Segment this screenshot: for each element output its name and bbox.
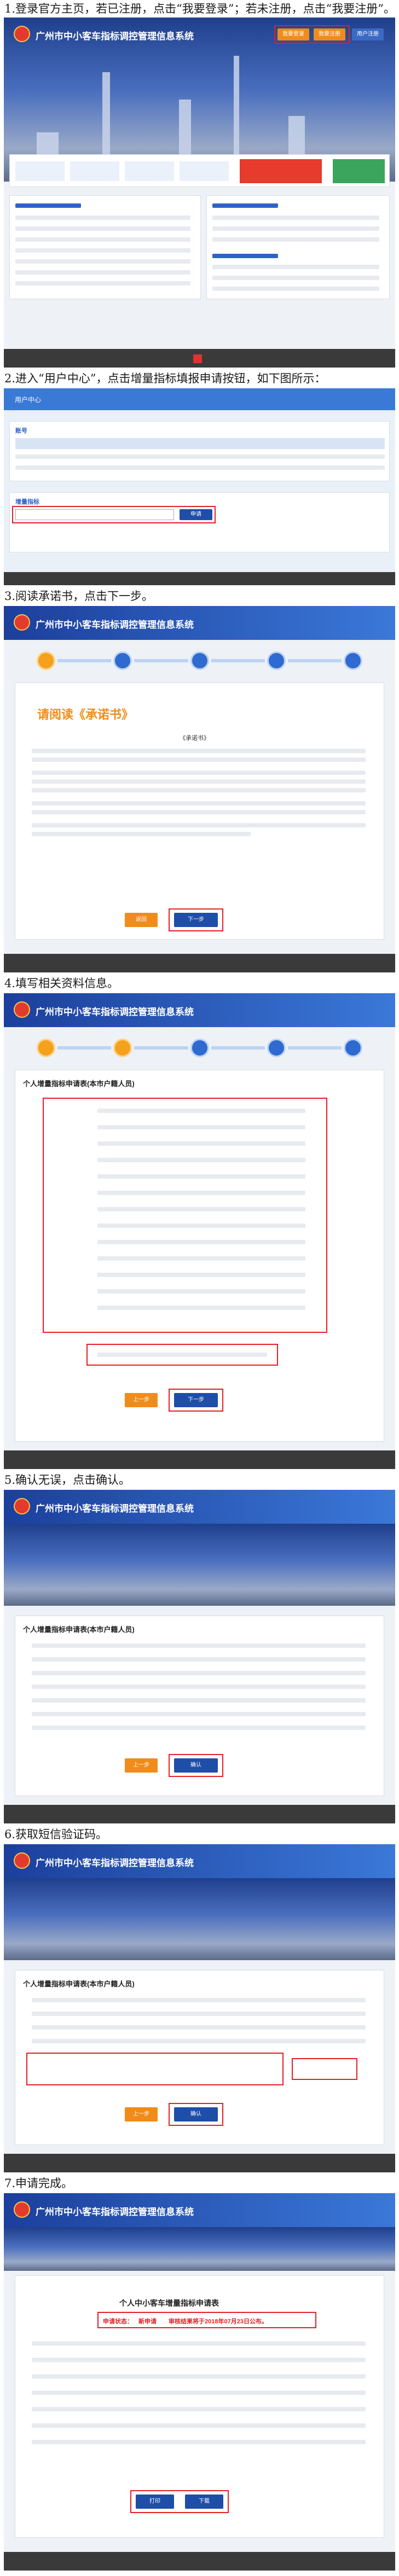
step-circle-icon xyxy=(113,1039,132,1057)
sms-panel: 个人增量指标申请表(本市户籍人员) 上一步 确认 xyxy=(15,1970,384,2145)
footer xyxy=(4,1805,395,1823)
city-emblem-icon xyxy=(14,1001,30,1018)
step-circle-icon xyxy=(190,651,209,670)
next-highlight xyxy=(169,1389,223,1412)
sms-code-highlight xyxy=(292,2058,357,2080)
step-circle-icon xyxy=(113,651,132,670)
header: 广州市中小客车指标调控管理信息系统 xyxy=(4,1844,395,1878)
user-register-link[interactable]: 用户注册 xyxy=(352,28,384,40)
step-circle-icon xyxy=(344,651,362,670)
promise-heading: 《承诺书》 xyxy=(180,735,210,742)
header: 广州市中小客车指标调控管理信息系统 xyxy=(4,993,395,1027)
uc-header: 用户中心 xyxy=(4,388,395,410)
site-title: 广州市中小客车指标调控管理信息系统 xyxy=(36,1503,194,1514)
header: 广州市中小客车指标调控管理信息系统 xyxy=(4,1490,395,1524)
account-section-title: 账号 xyxy=(15,428,27,434)
site-title: 广州市中小客车指标调控管理信息系统 xyxy=(36,620,194,630)
header: 广州市中小客车指标调控管理信息系统 xyxy=(4,606,395,640)
step-circle-icon xyxy=(344,1039,362,1057)
prev-button[interactable]: 上一步 xyxy=(125,1758,158,1773)
site-title: 广州市中小客车指标调控管理信息系统 xyxy=(36,1858,194,1868)
page-footer xyxy=(4,349,395,368)
site-title: 广州市中小客车指标调控管理信息系统 xyxy=(36,31,194,42)
status-highlight xyxy=(97,2312,316,2328)
form-panel: 个人增量指标申请表(本市户籍人员) 上一步 下一步 xyxy=(15,1070,384,1442)
progress-steps xyxy=(37,1037,362,1059)
prev-button[interactable]: 上一步 xyxy=(125,1393,158,1407)
footer xyxy=(4,2154,395,2172)
city-emblem-icon xyxy=(14,1852,30,1869)
footer xyxy=(4,1450,395,1469)
screenshot-result: 广州市中小客车指标调控管理信息系统 个人中小客车增量指标申请表 申请状态： 新申… xyxy=(4,2193,395,2571)
footer xyxy=(4,2552,395,2571)
city-emblem-icon xyxy=(14,2201,30,2218)
step-caption-1: 1.登录官方主页，若已注册，点击“我要登录”；若未注册，点击“我要注册”。 xyxy=(4,2,395,15)
header: 广州市中小客车指标调控管理信息系统 xyxy=(4,2193,395,2227)
screenshot-confirm: 广州市中小客车指标调控管理信息系统 个人增量指标申请表(本市户籍人员) 上一步 … xyxy=(4,1490,395,1823)
promise-title: 请阅读《承诺书》 xyxy=(37,708,134,721)
city-emblem-icon xyxy=(14,26,30,42)
step-caption-2: 2.进入“用户中心”，点击增量指标填报申请按钮，如下图所示： xyxy=(4,372,326,385)
promise-panel: 请阅读《承诺书》 《承诺书》 返回 下一步 xyxy=(15,683,384,940)
print-download-highlight xyxy=(130,2490,229,2513)
sms-agreement-highlight xyxy=(26,2053,284,2085)
step-circle-icon xyxy=(37,1039,55,1057)
quick-links-bar xyxy=(9,154,390,187)
form-fields-highlight xyxy=(43,1098,327,1333)
login-register-highlight xyxy=(274,25,350,44)
step-caption-3: 3.阅读承诺书，点击下一步。 xyxy=(4,590,154,603)
footer xyxy=(4,954,395,972)
confirm-highlight xyxy=(169,1754,223,1777)
site-title: 广州市中小客车指标调控管理信息系统 xyxy=(36,2207,194,2217)
city-emblem-icon xyxy=(14,614,30,631)
incentive-panel: 增量指标 申请 xyxy=(9,492,390,552)
result-panel: 个人中小客车增量指标申请表 申请状态： 新申请 审核结果将于2018年07月23… xyxy=(15,2275,384,2538)
progress-steps xyxy=(37,650,362,672)
back-button[interactable]: 返回 xyxy=(125,913,158,927)
form-title: 个人增量指标申请表(本市户籍人员) xyxy=(23,1080,135,1088)
user-center-title: 用户中心 xyxy=(15,396,42,404)
screenshot-form: 广州市中小客车指标调控管理信息系统 个人增量指标申请表(本市户籍人员) 上一步 … xyxy=(4,993,395,1469)
form-title: 个人增量指标申请表(本市户籍人员) xyxy=(23,1625,135,1634)
screenshot-homepage: 广州市中小客车指标调控管理信息系统 我要登录 我要注册 用户注册 xyxy=(4,18,395,368)
next-highlight xyxy=(169,908,223,931)
account-panel: 账号 xyxy=(9,421,390,481)
incentive-section-title: 增量指标 xyxy=(15,499,39,505)
step-circle-icon xyxy=(190,1039,209,1057)
site-title: 广州市中小客车指标调控管理信息系统 xyxy=(36,1007,194,1017)
step-circle-icon xyxy=(37,651,55,670)
result-title: 个人中小客车增量指标申请表 xyxy=(119,2299,219,2307)
notice-panel xyxy=(9,195,201,299)
screenshot-promise: 广州市中小客车指标调控管理信息系统 请阅读《承诺书》 《承诺书》 返回 下一步 xyxy=(4,606,395,972)
form-title: 个人增量指标申请表(本市户籍人员) xyxy=(23,1980,135,1988)
screenshot-sms: 广州市中小客车指标调控管理信息系统 个人增量指标申请表(本市户籍人员) 上一步 … xyxy=(4,1844,395,2172)
confirm-panel: 个人增量指标申请表(本市户籍人员) 上一步 确认 xyxy=(15,1616,384,1796)
step-caption-6: 6.获取短信验证码。 xyxy=(4,1828,108,1841)
apply-highlight xyxy=(12,506,216,523)
step-circle-icon xyxy=(267,651,286,670)
screenshot-user-center: 用户中心 账号 增量指标 申请 xyxy=(4,388,395,585)
confirm-highlight xyxy=(169,2103,223,2126)
news-panel xyxy=(206,195,390,299)
prev-button[interactable]: 上一步 xyxy=(125,2107,158,2122)
step-caption-7: 7.申请完成。 xyxy=(4,2177,73,2190)
step-circle-icon xyxy=(267,1039,286,1057)
step-caption-4: 4.填写相关资料信息。 xyxy=(4,977,119,990)
uc-footer xyxy=(4,572,395,585)
step-caption-5: 5.确认无误，点击确认。 xyxy=(4,1473,131,1487)
city-emblem-icon xyxy=(14,1498,30,1514)
